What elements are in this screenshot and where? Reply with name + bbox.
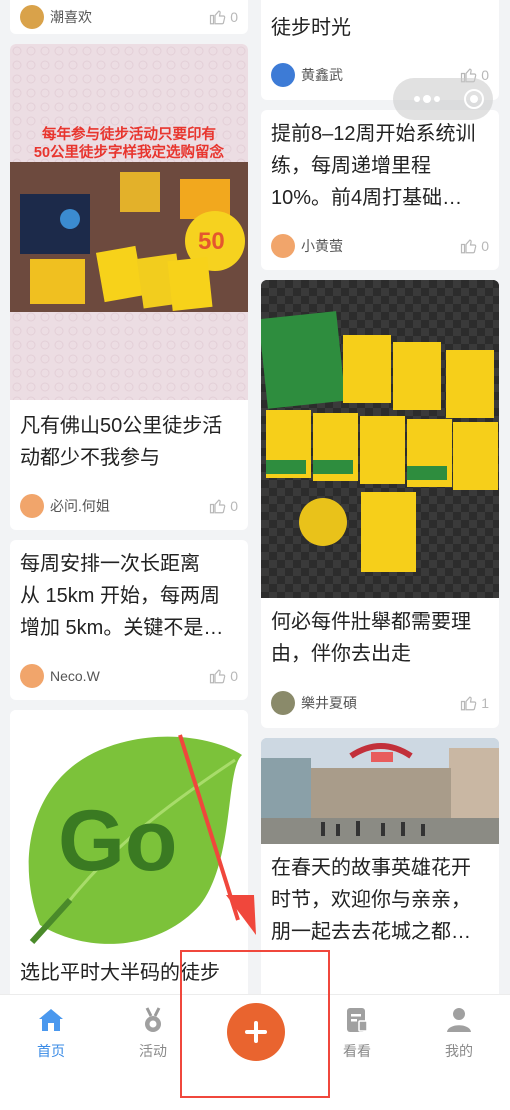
tab-label: 首页	[37, 1043, 65, 1059]
post-title: 徒步时光	[271, 17, 351, 39]
post-title-line2: 动都少不我参与	[20, 447, 160, 469]
post-title: 凡有佛山50公里徒步活	[20, 415, 223, 437]
feed-card[interactable]: 50 每年参与徒步活动只要印有 50公里徒步字样我定选购留念 凡有佛山50公里徒…	[10, 44, 248, 530]
like-button[interactable]: 1	[460, 694, 489, 712]
thumbs-up-icon	[210, 669, 226, 684]
user-icon	[447, 1008, 471, 1032]
like-button[interactable]: 0	[460, 237, 489, 255]
post-title: 在春天的故事英雄花开	[271, 857, 471, 879]
thumbs-up-icon	[210, 10, 226, 25]
post-title: 每周安排一次长距离	[20, 553, 200, 575]
more-dots-icon	[414, 95, 440, 103]
author-name: 樂井夏碩	[301, 695, 357, 711]
tab-label: 我的	[445, 1043, 473, 1059]
post-image	[261, 738, 499, 844]
author-name: 必问.何姐	[50, 498, 110, 514]
author-name: 小黄萤	[301, 238, 343, 254]
avatar	[20, 5, 44, 29]
post-title: 何必每件壯舉都需要理	[271, 611, 471, 633]
avatar	[271, 63, 295, 87]
highlight-box	[180, 950, 330, 1098]
like-count: 1	[481, 695, 489, 711]
close-target-icon	[464, 89, 484, 109]
like-button[interactable]: 0	[209, 8, 238, 26]
thumbs-up-icon	[210, 499, 226, 514]
post-title: 提前8–12周开始系统训	[271, 123, 476, 145]
thumbs-up-icon	[461, 239, 477, 254]
like-count: 0	[230, 668, 238, 684]
post-title-line2: 从 15km 开始，每两周	[20, 585, 221, 607]
feed-card[interactable]: 何必每件壯舉都需要理 由，伴你去出走 樂井夏碩 1	[261, 280, 499, 728]
post-title-line3: 朋一起去去花城之都…	[271, 921, 471, 943]
post-title-line2: 练，每周递增里程	[271, 155, 431, 177]
avatar	[271, 691, 295, 715]
image-caption: 每年参与徒步活动只要印有 50公里徒步字样我定选购留念	[33, 127, 225, 161]
document-icon	[347, 1008, 368, 1032]
post-title-line2: 时节，欢迎你与亲亲，	[271, 889, 471, 911]
home-icon	[39, 1009, 63, 1031]
like-button[interactable]: 0	[209, 497, 238, 515]
thumbs-up-icon	[461, 696, 477, 711]
feed-card[interactable]: 每周安排一次长距离 从 15km 开始，每两周 增加 5km。关键不是… Nec…	[10, 540, 248, 700]
feed-card[interactable]: 提前8–12周开始系统训 练，每周递增里程 10%。前4周打基础… 小黄萤 0	[261, 110, 499, 270]
author-name: Neco.W	[50, 668, 100, 684]
svg-text:50: 50	[198, 228, 225, 255]
miniprogram-capsule[interactable]	[393, 78, 493, 120]
like-count: 0	[230, 9, 238, 25]
tab-home[interactable]: 首页	[11, 1005, 91, 1061]
like-count: 0	[230, 498, 238, 514]
avatar	[20, 664, 44, 688]
like-button[interactable]: 0	[209, 667, 238, 685]
post-image: Go	[10, 710, 248, 948]
tab-profile[interactable]: 我的	[419, 1005, 499, 1061]
post-title-line2: 由，伴你去出走	[271, 643, 411, 665]
avatar	[20, 494, 44, 518]
svg-text:Go: Go	[58, 793, 177, 889]
author-name: 潮喜欢	[50, 9, 92, 25]
post-title-line3: 增加 5km。关键不是…	[20, 617, 224, 639]
like-count: 0	[481, 238, 489, 254]
post-image: 50 每年参与徒步活动只要印有 50公里徒步字样我定选购留念	[10, 44, 248, 400]
post-image	[261, 280, 499, 598]
medal-icon	[145, 1007, 161, 1032]
feed-card[interactable]: 潮喜欢 0	[10, 0, 248, 34]
avatar	[271, 234, 295, 258]
post-title-line3: 10%。前4周打基础…	[271, 187, 463, 209]
